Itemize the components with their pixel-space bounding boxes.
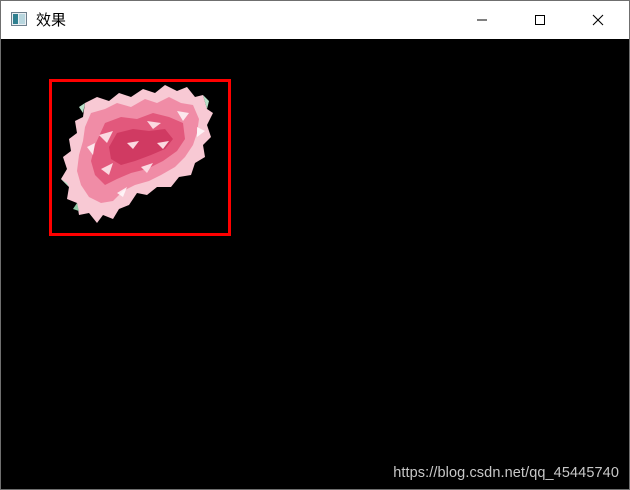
maximize-icon — [535, 15, 545, 25]
window-title: 效果 — [36, 11, 67, 29]
maximize-button[interactable] — [517, 1, 563, 39]
close-button[interactable] — [575, 1, 621, 39]
selection-rectangle — [49, 79, 231, 236]
image-window: 效果 https://blog.csdn.net/qq_45445740 — [0, 0, 630, 490]
minimize-icon — [477, 19, 487, 21]
close-icon — [592, 14, 604, 26]
image-canvas: https://blog.csdn.net/qq_45445740 — [1, 39, 629, 489]
watermark-text: https://blog.csdn.net/qq_45445740 — [393, 465, 619, 481]
title-bar[interactable]: 效果 — [1, 1, 629, 39]
app-icon — [11, 12, 27, 26]
minimize-button[interactable] — [459, 1, 505, 39]
